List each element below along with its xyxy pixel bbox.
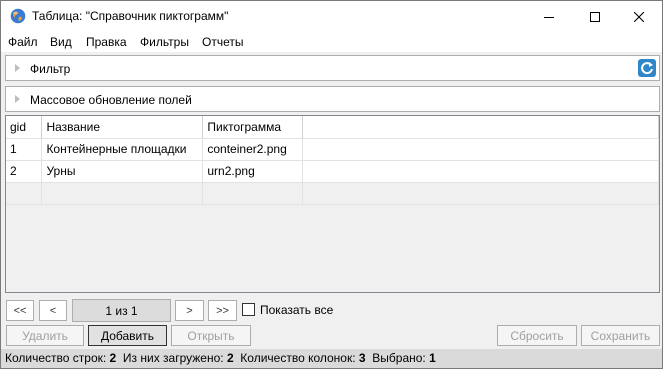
menu-edit[interactable]: Правка <box>86 35 127 49</box>
column-header-icon[interactable]: Пиктограмма <box>202 116 304 139</box>
menu-filters[interactable]: Фильтры <box>140 35 189 49</box>
show-all-checkbox[interactable] <box>242 303 255 316</box>
title-bar[interactable]: Таблица: "Справочник пиктограмм" <box>1 1 662 32</box>
close-icon <box>634 11 644 22</box>
window-title: Таблица: "Справочник пиктограмм" <box>32 9 229 23</box>
table-cell[interactable]: Урны <box>41 160 204 183</box>
menu-view[interactable]: Вид <box>50 35 72 49</box>
data-table: gid Название Пиктограмма 1 Контейнерные … <box>6 116 659 205</box>
delete-button[interactable]: Удалить <box>6 325 84 346</box>
menu-bar: Файл Вид Правка Фильтры Отчеты <box>1 32 662 52</box>
refresh-icon[interactable] <box>638 59 656 77</box>
table-cell[interactable]: Контейнерные площадки <box>41 138 204 161</box>
maximize-icon <box>590 11 600 22</box>
columns-count-label: Количество колонок: <box>240 351 356 365</box>
filter-panel-label[interactable]: Фильтр <box>30 62 70 76</box>
table-cell[interactable] <box>6 182 43 205</box>
table-header-row: gid Название Пиктограмма <box>6 116 659 139</box>
table-cell[interactable]: 1 <box>6 138 43 161</box>
data-grid[interactable]: gid Название Пиктограмма 1 Контейнерные … <box>5 115 660 293</box>
table-cell[interactable]: 2 <box>6 160 43 183</box>
new-row[interactable] <box>6 182 659 205</box>
globe-icon <box>10 8 26 24</box>
selected-count-label: Выбрано: <box>372 351 426 365</box>
rows-count-label: Количество строк: <box>5 351 107 365</box>
minimize-button[interactable] <box>526 1 572 32</box>
mass-update-panel[interactable]: Массовое обновление полей <box>5 86 660 112</box>
table-cell[interactable] <box>302 138 659 161</box>
close-button[interactable] <box>616 1 662 32</box>
table-row[interactable]: 1 Контейнерные площадки conteiner2.png <box>6 138 659 161</box>
expand-triangle-icon[interactable] <box>15 64 20 72</box>
column-header-filler <box>302 116 659 139</box>
rows-count-value: 2 <box>109 351 117 365</box>
next-page-button[interactable]: > <box>175 300 204 321</box>
table-cell[interactable] <box>41 182 204 205</box>
page-indicator: 1 из 1 <box>72 299 171 322</box>
minimize-icon <box>544 16 554 18</box>
menu-file[interactable]: Файл <box>8 35 38 49</box>
table-cell[interactable] <box>202 182 304 205</box>
show-all-label[interactable]: Показать все <box>260 303 333 317</box>
maximize-button[interactable] <box>572 1 618 32</box>
first-page-button[interactable]: << <box>6 300 34 321</box>
menu-reports[interactable]: Отчеты <box>202 35 243 49</box>
table-cell[interactable]: urn2.png <box>202 160 304 183</box>
filter-panel[interactable]: Фильтр <box>5 55 660 81</box>
mass-update-panel-label[interactable]: Массовое обновление полей <box>30 93 192 107</box>
table-cell[interactable]: conteiner2.png <box>202 138 304 161</box>
columns-count-value: 3 <box>358 351 366 365</box>
column-header-gid[interactable]: gid <box>6 116 43 139</box>
loaded-count-value: 2 <box>226 351 234 365</box>
column-header-name[interactable]: Название <box>41 116 204 139</box>
table-row[interactable]: 2 Урны urn2.png <box>6 160 659 183</box>
loaded-count-label: Из них загружено: <box>122 351 224 365</box>
save-button[interactable]: Сохранить <box>581 325 660 346</box>
reset-button[interactable]: Сбросить <box>497 325 577 346</box>
app-window: Таблица: "Справочник пиктограмм" Файл Ви… <box>0 0 663 369</box>
status-bar: Количество строк: 2 Из них загружено: 2 … <box>1 349 662 368</box>
table-cell[interactable] <box>302 160 659 183</box>
table-cell[interactable] <box>302 182 659 205</box>
last-page-button[interactable]: >> <box>208 300 237 321</box>
add-button[interactable]: Добавить <box>88 325 167 346</box>
expand-triangle-icon[interactable] <box>15 95 20 103</box>
prev-page-button[interactable]: < <box>39 300 67 321</box>
selected-count-value: 1 <box>429 351 436 365</box>
open-button[interactable]: Открыть <box>171 325 251 346</box>
